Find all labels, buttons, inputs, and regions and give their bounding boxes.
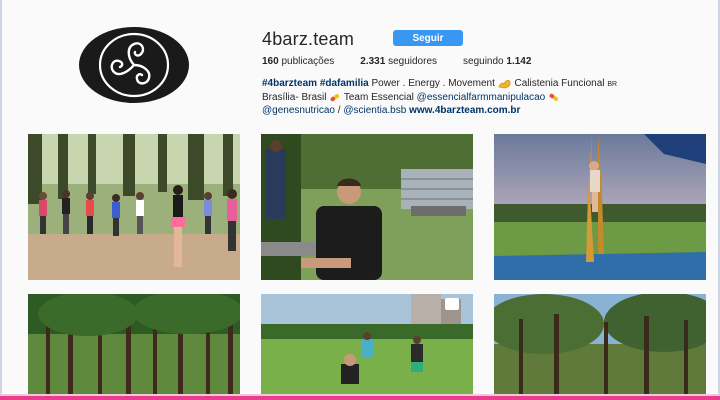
- hashtag-link[interactable]: #dafamilia: [320, 78, 369, 89]
- followers-stat[interactable]: 2.331 seguidores: [360, 56, 437, 67]
- posts-stat: 160 publicações: [262, 56, 334, 67]
- flexed-biceps-icon: [498, 79, 511, 89]
- mention-link[interactable]: @genesnutricao: [262, 105, 335, 116]
- following-count: 1.142: [506, 56, 532, 67]
- mention-link[interactable]: @essencialfarmmanipulacao: [417, 92, 546, 103]
- posts-label: publicações: [281, 56, 335, 67]
- bio-line-3: @genesnutricao / @scientia.bsb www.4barz…: [262, 104, 682, 117]
- post-thumbnail[interactable]: [261, 134, 473, 280]
- post-thumbnail[interactable]: [494, 294, 706, 394]
- triskelion-logo-icon: [98, 32, 170, 98]
- bottom-accent-highlight: [0, 394, 720, 396]
- tall-trees-image: [28, 294, 240, 394]
- bottom-accent-bar: [0, 394, 720, 400]
- hashtag-link[interactable]: #4barzteam: [262, 78, 317, 89]
- profile-bio: #4barzteam #dafamilia Power . Energy . M…: [262, 77, 682, 117]
- followers-count: 2.331: [360, 56, 386, 67]
- forest-path-image: [494, 294, 706, 394]
- following-label: seguindo: [463, 56, 504, 67]
- profile-avatar[interactable]: [79, 27, 189, 103]
- follow-button[interactable]: Seguir: [393, 30, 463, 46]
- bio-tagline: Power . Energy . Movement: [371, 78, 495, 89]
- profile-username: 4barz.team: [262, 29, 355, 49]
- bio-location: Brasília- Brasil: [262, 92, 327, 103]
- post-thumbnail[interactable]: [28, 294, 240, 394]
- post-thumbnail[interactable]: [261, 294, 473, 394]
- outdoor-training-image: [261, 294, 473, 394]
- followers-label: seguidores: [388, 56, 438, 67]
- video-icon: [445, 298, 459, 310]
- bio-line-2: Brasília- Brasil Team Essencial @essenci…: [262, 91, 682, 104]
- profile-stats: 160 publicações 2.331 seguidores seguind…: [262, 56, 531, 67]
- group-workout-image: [28, 134, 240, 280]
- posts-count: 160: [262, 56, 279, 67]
- post-thumbnail[interactable]: [494, 134, 706, 280]
- aerial-silks-image: [494, 134, 706, 280]
- man-in-park-image: [261, 134, 473, 280]
- mention-separator: /: [337, 105, 341, 116]
- website-link[interactable]: www.4barzteam.com.br: [409, 105, 520, 116]
- post-thumbnail[interactable]: [28, 134, 240, 280]
- bio-calistenia: Calistenia Funcional: [514, 78, 605, 89]
- bio-team: Team Essencial: [343, 92, 414, 103]
- following-stat[interactable]: seguindo 1.142: [463, 56, 531, 67]
- window-edge-left: [0, 0, 2, 400]
- pill-icon: [330, 93, 340, 102]
- bio-line-1: #4barzteam #dafamilia Power . Energy . M…: [262, 77, 682, 91]
- country-code: BR: [607, 81, 618, 88]
- pill-icon: [549, 93, 559, 101]
- mention-link[interactable]: @scientia.bsb: [343, 105, 406, 116]
